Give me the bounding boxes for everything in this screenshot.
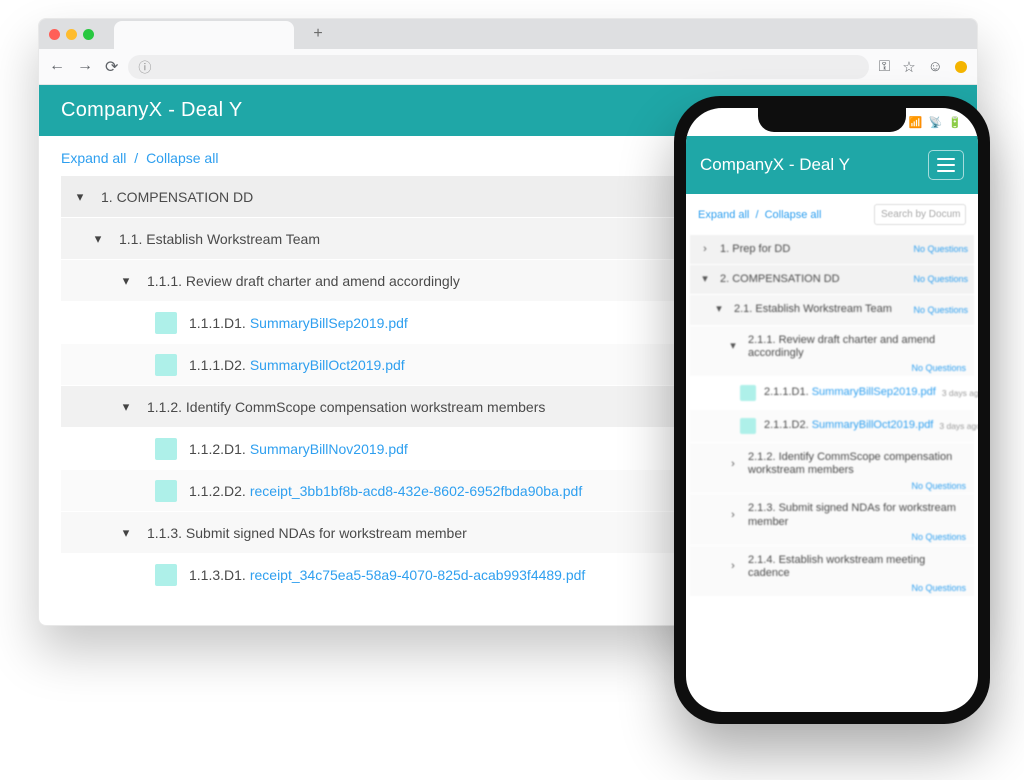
separator: / xyxy=(134,150,138,166)
task-label: 2.1.4. Establish workstream meeting cade… xyxy=(748,554,968,580)
file-icon xyxy=(155,312,177,334)
task-label: 1.1.2. Identify CommScope compensation w… xyxy=(147,399,545,415)
page-title: CompanyX - Deal Y xyxy=(700,155,850,175)
search-input[interactable]: Search by Docum xyxy=(874,204,966,225)
tree-task[interactable]: › 2.1.2. Identify CommScope compensation… xyxy=(690,443,974,494)
document-number: 1.1.1.D1. xyxy=(189,315,246,331)
document-link[interactable]: SummaryBillNov2019.pdf xyxy=(250,441,408,457)
tree-document[interactable]: 2.1.1.D2. SummaryBillOct2019.pdf 3 days … xyxy=(690,410,974,443)
file-icon xyxy=(155,354,177,376)
url-input[interactable]: ⓘ xyxy=(128,55,868,79)
document-link[interactable]: SummaryBillOct2019.pdf xyxy=(250,357,405,373)
document-number: 1.1.2.D1. xyxy=(189,441,246,457)
task-label: 1.1.3. Submit signed NDAs for workstream… xyxy=(147,525,467,541)
close-icon[interactable] xyxy=(49,29,60,40)
phone-frame: 📶 📡 🔋 CompanyX - Deal Y Expand all / Col… xyxy=(674,96,990,724)
document-link[interactable]: SummaryBillSep2019.pdf xyxy=(250,315,408,331)
expand-all-link[interactable]: Expand all xyxy=(698,209,749,221)
forward-icon[interactable]: → xyxy=(77,57,93,77)
section-label: 1. Prep for DD xyxy=(720,243,913,256)
document-number: 1.1.2.D2. xyxy=(189,483,246,499)
no-questions-badge: No Questions xyxy=(913,305,968,316)
chevron-right-icon[interactable]: › xyxy=(726,509,740,522)
task-label: 2.1.3. Submit signed NDAs for workstream… xyxy=(748,502,968,528)
file-icon xyxy=(155,564,177,586)
expand-all-link[interactable]: Expand all xyxy=(61,150,126,166)
no-questions-badge: No Questions xyxy=(913,274,968,285)
no-questions-badge: No Questions xyxy=(911,532,966,543)
phone-notch xyxy=(758,108,906,132)
browser-tab[interactable] xyxy=(114,21,294,49)
reload-icon[interactable]: ⟳ xyxy=(105,57,118,77)
tree-task[interactable]: › 2.1.4. Establish workstream meeting ca… xyxy=(690,546,974,597)
chevron-down-icon[interactable]: ▾ xyxy=(712,303,726,316)
maximize-icon[interactable] xyxy=(83,29,94,40)
no-questions-badge: No Questions xyxy=(913,244,968,255)
section-label: 2. COMPENSATION DD xyxy=(720,273,913,286)
chevron-right-icon[interactable]: › xyxy=(726,560,740,573)
document-link[interactable]: SummaryBillSep2019.pdf xyxy=(812,386,936,399)
file-icon xyxy=(740,418,756,434)
collapse-all-link[interactable]: Collapse all xyxy=(146,150,218,166)
subsection-label: 1.1. Establish Workstream Team xyxy=(119,231,320,247)
chevron-down-icon[interactable]: ▾ xyxy=(89,231,107,247)
tree-task[interactable]: ▾ 2.1.1. Review draft charter and amend … xyxy=(690,326,974,377)
tree-section[interactable]: › 1. Prep for DD No Questions xyxy=(690,235,974,265)
task-label: 2.1.2. Identify CommScope compensation w… xyxy=(748,451,968,477)
menu-button[interactable] xyxy=(928,150,964,180)
extension-icon[interactable] xyxy=(955,61,967,73)
browser-toolbar: ← → ⟳ ⓘ ⚿ ☆ ☺ xyxy=(39,49,977,85)
star-icon[interactable]: ☆ xyxy=(902,58,915,76)
tree-subsection[interactable]: ▾ 2.1. Establish Workstream Team No Ques… xyxy=(690,295,974,325)
no-questions-badge: No Questions xyxy=(911,481,966,492)
separator: / xyxy=(755,209,758,221)
chevron-right-icon[interactable]: › xyxy=(698,243,712,256)
chevron-down-icon[interactable]: ▾ xyxy=(698,273,712,286)
document-number: 2.1.1.D2. xyxy=(764,419,809,432)
back-icon[interactable]: ← xyxy=(49,57,65,77)
phone-screen: 📶 📡 🔋 CompanyX - Deal Y Expand all / Col… xyxy=(686,108,978,712)
subsection-label: 2.1. Establish Workstream Team xyxy=(734,303,913,316)
new-tab-button[interactable]: + xyxy=(308,25,328,43)
collapse-all-link[interactable]: Collapse all xyxy=(765,209,822,221)
battery-icon: 🔋 xyxy=(948,116,962,129)
section-label: 1. COMPENSATION DD xyxy=(101,189,253,205)
wifi-icon: 📡 xyxy=(929,116,943,129)
file-icon xyxy=(155,438,177,460)
profile-icon[interactable]: ☺ xyxy=(928,58,943,75)
document-number: 2.1.1.D1. xyxy=(764,386,809,399)
chevron-right-icon[interactable]: › xyxy=(726,458,740,471)
key-icon[interactable]: ⚿ xyxy=(879,58,890,75)
task-label: 2.1.1. Review draft charter and amend ac… xyxy=(748,334,968,360)
document-number: 1.1.1.D2. xyxy=(189,357,246,373)
document-link[interactable]: receipt_34c75ea5-58a9-4070-825d-acab993f… xyxy=(250,567,586,583)
document-number: 1.1.3.D1. xyxy=(189,567,246,583)
tree-section[interactable]: ▾ 2. COMPENSATION DD No Questions xyxy=(690,265,974,295)
chevron-down-icon[interactable]: ▾ xyxy=(117,525,135,541)
tree-task[interactable]: › 2.1.3. Submit signed NDAs for workstre… xyxy=(690,494,974,545)
mobile-tree-controls: Expand all / Collapse all Search by Docu… xyxy=(686,194,978,235)
document-link[interactable]: receipt_3bb1bf8b-acd8-432e-8602-6952fbda… xyxy=(250,483,582,499)
mobile-header: CompanyX - Deal Y xyxy=(686,136,978,194)
site-info-icon[interactable]: ⓘ xyxy=(138,57,151,76)
no-questions-badge: No Questions xyxy=(911,583,966,594)
minimize-icon[interactable] xyxy=(66,29,77,40)
signal-icon: 📶 xyxy=(909,116,923,129)
document-link[interactable]: SummaryBillOct2019.pdf xyxy=(812,419,934,432)
document-meta: 3 days ago (edited) xyxy=(939,421,978,431)
task-label: 1.1.1. Review draft charter and amend ac… xyxy=(147,273,460,289)
tree-document[interactable]: 2.1.1.D1. SummaryBillSep2019.pdf 3 days … xyxy=(690,377,974,410)
chevron-down-icon[interactable]: ▾ xyxy=(117,273,135,289)
file-icon xyxy=(740,385,756,401)
chevron-down-icon[interactable]: ▾ xyxy=(71,189,89,205)
no-questions-badge: No Questions xyxy=(911,363,966,374)
browser-tabstrip: + xyxy=(39,19,977,49)
chevron-down-icon[interactable]: ▾ xyxy=(726,340,740,353)
file-icon xyxy=(155,480,177,502)
mobile-document-tree: › 1. Prep for DD No Questions ▾ 2. COMPE… xyxy=(686,235,978,712)
chevron-down-icon[interactable]: ▾ xyxy=(117,399,135,415)
document-meta: 3 days ago (edited) xyxy=(942,388,978,398)
